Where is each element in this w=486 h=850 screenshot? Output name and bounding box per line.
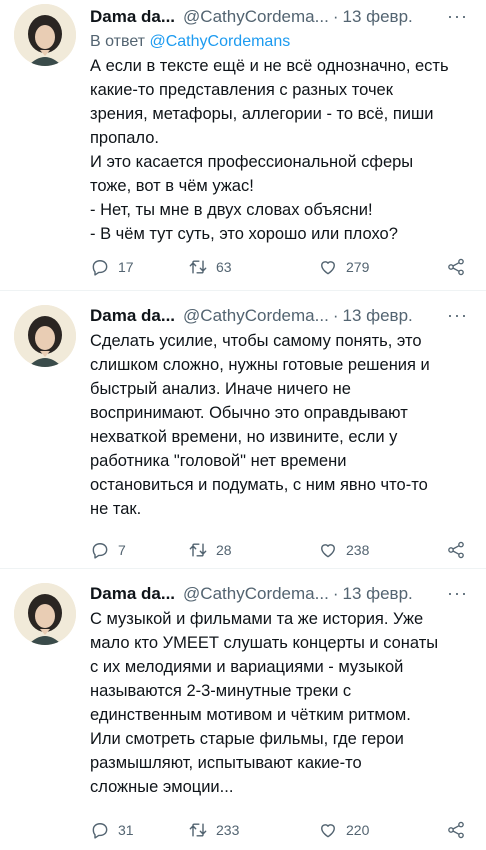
tweet-text: С музыкой и фильмами та же история. Уже … [90, 607, 474, 799]
reply-button[interactable]: 7 [90, 540, 126, 560]
reply-count: 31 [118, 822, 134, 838]
like-icon [321, 261, 335, 275]
like-button[interactable]: 279 [318, 257, 369, 277]
tweet-text-line: какие-то представления с разных точек [90, 81, 393, 99]
tweet-header: Dama da... @CathyCordema... · 13 февр. [90, 303, 474, 329]
tweet-text-line: воспринимают. Обычно это оправдывают [90, 404, 408, 422]
tweet-text-line: зрения, метафоры, аллегории - то всё, пи… [90, 105, 434, 123]
avatar-portrait-icon [14, 4, 76, 66]
reply-icon [92, 543, 108, 559]
tweet-text-line: Или смотреть старые фильмы, где герои [90, 730, 404, 748]
share-icon [448, 821, 464, 839]
like-count: 220 [346, 822, 370, 838]
reply-button[interactable]: 31 [90, 820, 134, 840]
retweet-icon [189, 260, 207, 274]
author-name[interactable]: Dama da... [90, 584, 175, 604]
tweet-text-line: мало кто УМЕЕТ слушать концерты и сонаты [90, 634, 439, 652]
tweet-content: Dama da... @CathyCordema... · 13 февр. ·… [90, 581, 474, 839]
like-count: 279 [346, 259, 370, 275]
avatar-portrait-icon [14, 583, 76, 645]
tweet[interactable]: Dama da... @CathyCordema... · 13 февр. ·… [0, 0, 486, 290]
tweet-text-line: И это касается профессиональной сферы [90, 153, 414, 171]
tweet-text-line: не так. [90, 500, 142, 518]
retweet-count: 233 [216, 822, 240, 838]
share-icon [448, 258, 464, 276]
share-button[interactable] [446, 257, 466, 277]
author-name[interactable]: Dama da... [90, 7, 175, 27]
reply-count: 7 [118, 542, 126, 558]
like-button[interactable]: 220 [318, 820, 369, 840]
tweet-text-line: С музыкой и фильмами та же история. Уже [90, 610, 424, 628]
author-handle[interactable]: @CathyCordema... [183, 584, 329, 604]
tweet-date[interactable]: 13 февр. [342, 7, 412, 27]
like-button[interactable]: 238 [318, 540, 369, 560]
tweet-text-line: пропало. [90, 129, 159, 147]
tweet-text-line: Сделать усилие, чтобы самому понять, это [90, 332, 422, 350]
tweet-thread: Dama da... @CathyCordema... · 13 февр. ·… [0, 0, 486, 850]
tweet-text-line: работника "головой" нет времени [90, 452, 347, 470]
more-icon[interactable]: ··· [447, 583, 468, 604]
separator: · [332, 584, 339, 603]
tweet[interactable]: Dama da... @CathyCordema... · 13 февр. ·… [0, 290, 486, 568]
more-icon[interactable]: ··· [447, 6, 468, 27]
like-count: 238 [346, 542, 370, 558]
tweet-content: Dama da... @CathyCordema... · 13 февр. ·… [90, 4, 474, 276]
tweet-text-line: сложные эмоции... [90, 778, 234, 796]
tweet-text-line: А если в тексте ещё и не всё однозначно,… [90, 57, 449, 75]
share-button[interactable] [446, 540, 466, 560]
share-icon [448, 541, 464, 559]
tweet-text-line: - Нет, ты мне в двух словах объясни! [90, 201, 373, 219]
more-icon[interactable]: ··· [447, 305, 468, 326]
author-name[interactable]: Dama da... [90, 306, 175, 326]
separator: · [332, 7, 339, 26]
tweet-content: Dama da... @CathyCordema... · 13 февр. ·… [90, 303, 474, 559]
retweet-button[interactable]: 63 [188, 257, 232, 277]
reply-mention-link[interactable]: @CathyCordemans [149, 33, 290, 50]
avatar[interactable] [14, 583, 76, 645]
tweet-text-line: остановиться и подумать, с ним явно что-… [90, 476, 428, 494]
tweet[interactable]: Dama da... @CathyCordema... · 13 февр. ·… [0, 568, 486, 850]
tweet-text-line: тоже, вот в чём ужас! [90, 177, 254, 195]
reply-context: В ответ @CathyCordemans [90, 30, 474, 54]
tweet-text: Сделать усилие, чтобы самому понять, это… [90, 329, 474, 521]
like-icon [321, 824, 335, 838]
retweet-count: 28 [216, 542, 232, 558]
tweet-actions: 7 28 238 [90, 539, 474, 561]
tweet-text-line: нехваткой времени, но извините, если у [90, 428, 398, 446]
reply-count: 17 [118, 259, 134, 275]
author-handle[interactable]: @CathyCordema... [183, 306, 329, 326]
reply-icon [92, 260, 108, 276]
tweet-header: Dama da... @CathyCordema... · 13 февр. [90, 581, 474, 607]
tweet-text-line: единственным мотивом и чётким ритмом. [90, 706, 411, 724]
share-button[interactable] [446, 820, 466, 840]
tweet-actions: 31 233 220 [90, 819, 474, 841]
avatar[interactable] [14, 4, 76, 66]
tweet-text-line: слишком сложно, нужны готовые решения и [90, 356, 430, 374]
tweet-text-line: быстрый анализ. Иначе ничего не [90, 380, 351, 398]
tweet-text-line: размышляют, испытывают какие-то [90, 754, 362, 772]
retweet-count: 63 [216, 259, 232, 275]
tweet-text: А если в тексте ещё и не всё однозначно,… [90, 54, 474, 246]
avatar-portrait-icon [14, 305, 76, 367]
tweet-text-line: - В чём тут суть, это хорошо или плохо? [90, 225, 398, 243]
tweet-date[interactable]: 13 февр. [342, 306, 412, 326]
tweet-header: Dama da... @CathyCordema... · 13 февр. [90, 4, 474, 30]
retweet-icon [189, 543, 207, 557]
reply-button[interactable]: 17 [90, 257, 134, 277]
retweet-icon [189, 823, 207, 837]
avatar[interactable] [14, 305, 76, 367]
tweet-text-line: называются 2-3-минутные треки с [90, 682, 352, 700]
retweet-button[interactable]: 28 [188, 540, 232, 560]
like-icon [321, 544, 335, 558]
tweet-actions: 17 63 279 [90, 256, 474, 278]
tweet-date[interactable]: 13 февр. [342, 584, 412, 604]
author-handle[interactable]: @CathyCordema... [183, 7, 329, 27]
separator: · [332, 306, 339, 325]
retweet-button[interactable]: 233 [188, 820, 239, 840]
reply-icon [92, 823, 108, 839]
reply-prefix: В ответ [90, 33, 146, 50]
tweet-text-line: с их мелодиями и вариациями - музыкой [90, 658, 404, 676]
